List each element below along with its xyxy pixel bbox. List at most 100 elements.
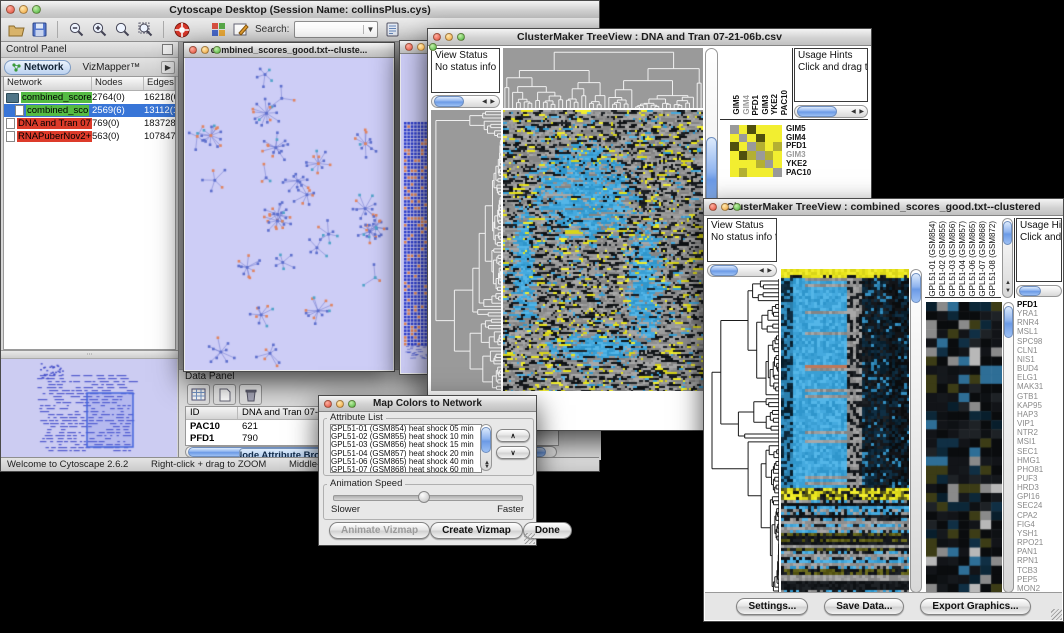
matrix-cell[interactable] bbox=[765, 134, 774, 143]
network-window-title-bar[interactable]: combined_scores_good.txt--cluste... bbox=[184, 43, 394, 58]
gene-label[interactable]: MSI1 bbox=[1017, 437, 1063, 446]
float-panel-icon[interactable] bbox=[162, 44, 173, 55]
export-graphics--button[interactable]: Export Graphics... bbox=[920, 598, 1030, 615]
new-attribute-icon[interactable] bbox=[213, 384, 236, 405]
matrix-cell[interactable] bbox=[739, 160, 748, 169]
gene-label[interactable]: VIP1 bbox=[1017, 419, 1063, 428]
save-icon[interactable] bbox=[30, 21, 48, 39]
heatmap-main[interactable] bbox=[503, 110, 703, 391]
matrix-cell[interactable] bbox=[765, 125, 774, 134]
gene-label[interactable]: PHO81 bbox=[1017, 465, 1063, 474]
gene-label[interactable]: TCB3 bbox=[1017, 566, 1063, 575]
close-button[interactable] bbox=[405, 43, 413, 51]
network-row[interactable]: DNA and Tran 07769(0)183728(0) bbox=[4, 117, 175, 130]
second-network-title-bar[interactable] bbox=[400, 41, 432, 54]
matrix-cell[interactable] bbox=[756, 125, 765, 134]
gene-label[interactable]: YRA1 bbox=[1017, 309, 1063, 318]
matrix-cell[interactable] bbox=[773, 125, 782, 134]
gene-label[interactable]: GTB1 bbox=[1017, 392, 1063, 401]
main-title-bar[interactable]: Cytoscape Desktop (Session Name: collins… bbox=[1, 1, 599, 19]
gene-label[interactable]: MSL1 bbox=[1017, 327, 1063, 336]
matrix-cell[interactable] bbox=[747, 151, 756, 160]
matrix-cell[interactable] bbox=[739, 151, 748, 160]
column-label[interactable]: GPL51-03 (GSM856) bbox=[949, 221, 958, 297]
zoom-button[interactable] bbox=[348, 400, 356, 408]
search-dropdown-icon[interactable]: ▼ bbox=[363, 25, 378, 34]
create-vizmap-button[interactable]: Create Vizmap bbox=[430, 522, 523, 539]
help-lifesaver-icon[interactable] bbox=[173, 21, 191, 39]
usage-hints-hscrollbar[interactable]: ◀ ▶ bbox=[794, 105, 868, 118]
matrix-cell[interactable] bbox=[756, 142, 765, 151]
column-label[interactable]: GIM3 bbox=[762, 95, 771, 115]
attribute-list[interactable]: GPL51-01 (GSM854) heat shock 05 minGPL51… bbox=[330, 424, 482, 473]
zoom-fit-icon[interactable] bbox=[113, 21, 131, 39]
treeview1-left-hscrollbar[interactable]: ◀ ▶ bbox=[431, 95, 500, 108]
treeview1-title-bar[interactable]: ClusterMaker TreeView : DNA and Tran 07-… bbox=[428, 29, 871, 46]
minimize-button[interactable] bbox=[417, 43, 425, 51]
matrix-cell[interactable] bbox=[739, 125, 748, 134]
gene-label[interactable]: RPO21 bbox=[1017, 538, 1063, 547]
gene-label[interactable]: CPA2 bbox=[1017, 511, 1063, 520]
matrix-cell[interactable] bbox=[773, 134, 782, 143]
matrix-cell[interactable] bbox=[756, 160, 765, 169]
gene-label[interactable]: PAN1 bbox=[1017, 547, 1063, 556]
zoom-button[interactable] bbox=[733, 203, 741, 211]
row-dendrogram[interactable] bbox=[431, 110, 501, 391]
matrix-cell[interactable] bbox=[765, 151, 774, 160]
gene-label[interactable]: NTR2 bbox=[1017, 428, 1063, 437]
settings--button[interactable]: Settings... bbox=[736, 598, 808, 615]
dialog-title-bar[interactable]: Map Colors to Network bbox=[319, 396, 536, 412]
minimize-button[interactable] bbox=[201, 46, 209, 54]
delete-attribute-icon[interactable] bbox=[239, 384, 262, 405]
save-data--button[interactable]: Save Data... bbox=[824, 598, 904, 615]
column-label[interactable]: GPL51-06 (GSM865) bbox=[969, 221, 978, 297]
attribute-heatmap-vscrollbar[interactable] bbox=[1003, 302, 1014, 593]
matrix-cell[interactable] bbox=[756, 134, 765, 143]
column-label[interactable]: YKE2 bbox=[771, 94, 780, 115]
network-row[interactable]: combined_sco2569(6)13112(15) bbox=[4, 104, 175, 117]
matrix-cell[interactable] bbox=[739, 142, 748, 151]
matrix-cell[interactable] bbox=[739, 134, 748, 143]
matrix-cell[interactable] bbox=[765, 160, 774, 169]
column-dendrogram[interactable] bbox=[503, 48, 703, 108]
matrix-cell[interactable] bbox=[747, 168, 756, 177]
resize-grip[interactable] bbox=[1051, 609, 1062, 620]
matrix-cell[interactable] bbox=[730, 168, 739, 177]
gene-label[interactable]: GPI16 bbox=[1017, 492, 1063, 501]
row-label[interactable]: PAC10 bbox=[786, 169, 846, 178]
matrix-cell[interactable] bbox=[747, 125, 756, 134]
gene-label[interactable]: SEC1 bbox=[1017, 447, 1063, 456]
gene-label[interactable]: YSH1 bbox=[1017, 529, 1063, 538]
matrix-cell[interactable] bbox=[730, 125, 739, 134]
matrix-cell[interactable] bbox=[765, 168, 774, 177]
network-graph-canvas[interactable] bbox=[185, 58, 395, 372]
column-label[interactable]: PFD1 bbox=[752, 95, 761, 115]
heatmap-main[interactable] bbox=[781, 269, 909, 593]
treeview2-title-bar[interactable]: ClusterMaker TreeView : combined_scores_… bbox=[704, 199, 1063, 216]
matrix-cell[interactable] bbox=[773, 160, 782, 169]
close-button[interactable] bbox=[709, 203, 717, 211]
minimize-button[interactable] bbox=[721, 203, 729, 211]
gene-label[interactable]: FIG4 bbox=[1017, 520, 1063, 529]
column-label[interactable]: GPL51-04 (GSM857) bbox=[959, 221, 968, 297]
zoom-button[interactable] bbox=[32, 5, 41, 14]
vizmapper-grid-icon[interactable] bbox=[209, 21, 227, 39]
gene-label[interactable]: HRD3 bbox=[1017, 483, 1063, 492]
annotation-icon[interactable] bbox=[232, 21, 250, 39]
matrix-cell[interactable] bbox=[730, 134, 739, 143]
minimize-button[interactable] bbox=[19, 5, 28, 14]
matrix-cell[interactable] bbox=[747, 142, 756, 151]
move-up-button[interactable]: ∧ bbox=[496, 429, 530, 442]
network-canvas-area[interactable] bbox=[185, 58, 393, 370]
zoom-button[interactable] bbox=[213, 46, 221, 54]
gene-label[interactable]: RNR4 bbox=[1017, 318, 1063, 327]
column-label[interactable]: GPL51-08 (GSM872) bbox=[989, 221, 998, 297]
column-label[interactable]: GPL51-07 (GSM868) bbox=[979, 221, 988, 297]
search-index-icon[interactable] bbox=[383, 21, 401, 39]
close-button[interactable] bbox=[324, 400, 332, 408]
tab-overflow-arrow[interactable]: ▶ bbox=[161, 61, 175, 74]
matrix-cell[interactable] bbox=[773, 168, 782, 177]
column-label[interactable]: GIM4 bbox=[743, 95, 752, 115]
usage-hints-hscrollbar[interactable] bbox=[1016, 285, 1062, 297]
attribute-list-vscrollbar[interactable]: ▲▼ bbox=[480, 424, 492, 471]
